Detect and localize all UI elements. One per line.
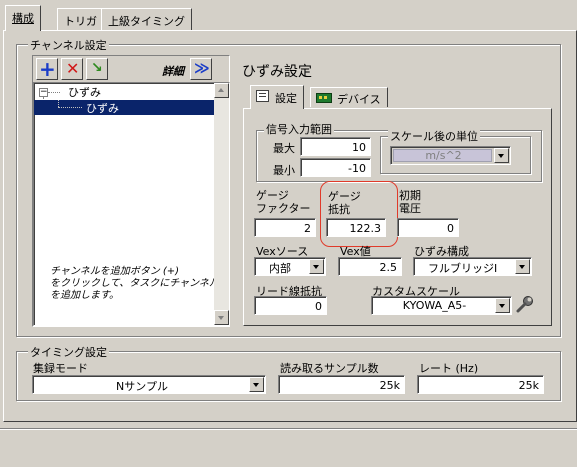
rate-label: レート (Hz) — [419, 362, 479, 375]
scaled-units-select[interactable]: m/s^2 — [390, 146, 511, 165]
tree-item-child[interactable]: ひずみ — [34, 100, 229, 115]
acquisition-mode-label: 集録モード — [33, 362, 88, 375]
min-input[interactable]: -10 — [300, 158, 371, 177]
initial-voltage-label-line1: 初期 — [399, 189, 421, 202]
subtab-device-label: デバイス — [337, 93, 381, 106]
strain-config-value: フルブリッジI — [428, 262, 498, 275]
strain-settings-title: ひずみ設定 — [242, 64, 312, 80]
rename-channel-button[interactable]: ↘ — [86, 58, 108, 80]
acquisition-mode-select[interactable]: Nサンプル — [32, 375, 266, 394]
gauge-factor-label: ゲージ ファクター — [256, 189, 311, 215]
remove-channel-button[interactable]: ✕ — [61, 58, 83, 80]
scroll-up-button[interactable] — [214, 83, 229, 98]
subtab-settings[interactable]: 設定 — [250, 85, 304, 109]
wrench-icon[interactable] — [515, 295, 535, 315]
vex-source-value: 内部 — [269, 262, 291, 275]
red-x-icon: ✕ — [66, 59, 80, 78]
gauge-resistance-label-line2: 抵抗 — [328, 203, 350, 216]
timing-settings-label: タイミング設定 — [28, 344, 109, 360]
gauge-resistance-label: ゲージ 抵抗 — [328, 190, 361, 216]
chevron-down-icon[interactable] — [494, 148, 509, 163]
tab-advanced-timing[interactable]: 上級タイミング — [101, 8, 192, 30]
scroll-down-button[interactable] — [214, 310, 229, 325]
expand-details-button[interactable]: ≫ — [190, 58, 212, 80]
tree-item-parent[interactable]: ひずみ — [68, 84, 101, 100]
custom-scale-select[interactable]: KYOWA_A5- — [371, 296, 512, 315]
custom-scale-value: KYOWA_A5- — [402, 299, 467, 312]
gauge-factor-input[interactable]: 2 — [254, 218, 316, 237]
gauge-resistance-input[interactable]: 122.3 — [326, 218, 386, 237]
channel-settings-label: チャンネル設定 — [28, 37, 109, 53]
main-tab-bar: 構成 トリガ 上級タイミング — [0, 0, 577, 31]
initial-voltage-input[interactable]: 0 — [397, 218, 459, 237]
green-check-icon: ↘ — [91, 60, 103, 76]
subtab-device[interactable]: デバイス — [310, 87, 388, 107]
tree-dotted-line — [48, 92, 60, 93]
tree-expander-icon[interactable]: − — [39, 88, 48, 97]
settings-icon — [256, 90, 269, 102]
tree-scrollbar[interactable] — [214, 83, 229, 325]
tree-child-dotted-horizontal — [58, 107, 82, 108]
details-label: 詳細 — [162, 65, 184, 78]
gauge-resistance-label-line1: ゲージ — [328, 190, 361, 203]
tree-child-dotted-line — [58, 100, 59, 107]
scroll-down-arrow-icon — [218, 316, 224, 320]
acquisition-mode-value: Nサンプル — [116, 380, 168, 393]
bottom-status-area — [0, 428, 577, 467]
vex-source-select[interactable]: 内部 — [254, 257, 326, 276]
double-chevron-right-icon: ≫ — [194, 59, 210, 77]
tab-trigger-label: トリガ — [64, 15, 97, 28]
rate-input[interactable]: 25k — [417, 375, 544, 394]
channel-tree: − ひずみ ひずみ チャンネルを追加ボタン (+) をクリックして、タスクにチャ… — [33, 82, 230, 326]
chevron-down-icon[interactable] — [515, 259, 530, 274]
samples-to-read-input[interactable]: 25k — [278, 375, 405, 394]
min-label: 最小 — [273, 164, 295, 177]
tree-item-child-label: ひずみ — [86, 102, 119, 115]
vex-value-input[interactable]: 2.5 — [338, 257, 402, 276]
tree-item-parent-label: ひずみ — [68, 86, 101, 99]
plus-icon: + — [39, 57, 56, 81]
scaled-units-value: m/s^2 — [425, 149, 462, 162]
help-text: チャンネルを追加ボタン (+) をクリックして、タスクにチャンネル を追加します… — [50, 266, 219, 301]
add-channel-button[interactable]: + — [36, 57, 58, 81]
tab-configuration-label: 構成 — [12, 12, 34, 25]
device-icon — [316, 93, 332, 103]
chevron-down-icon[interactable] — [495, 298, 510, 313]
initial-voltage-label: 初期 電圧 — [399, 189, 421, 215]
signal-range-label: 信号入力範囲 — [264, 121, 334, 137]
strain-config-select[interactable]: フルブリッジI — [413, 257, 532, 276]
chevron-down-icon[interactable] — [309, 259, 324, 274]
subtab-settings-label: 設定 — [275, 92, 297, 105]
tab-trigger[interactable]: トリガ — [57, 8, 104, 30]
gauge-factor-label-line2: ファクター — [256, 202, 311, 215]
max-label: 最大 — [273, 142, 295, 155]
initial-voltage-label-line2: 電圧 — [399, 202, 421, 215]
tab-configuration[interactable]: 構成 — [5, 5, 41, 31]
tab-advanced-timing-label: 上級タイミング — [108, 15, 185, 28]
max-input[interactable]: 10 — [300, 137, 371, 156]
scroll-up-arrow-icon — [218, 88, 224, 92]
lead-resistance-input[interactable]: 0 — [254, 296, 327, 315]
samples-to-read-label: 読み取るサンプル数 — [280, 362, 379, 375]
gauge-factor-label-line1: ゲージ — [256, 189, 289, 202]
scaled-units-label: スケール後の単位 — [388, 128, 480, 144]
chevron-down-icon[interactable] — [249, 377, 264, 392]
